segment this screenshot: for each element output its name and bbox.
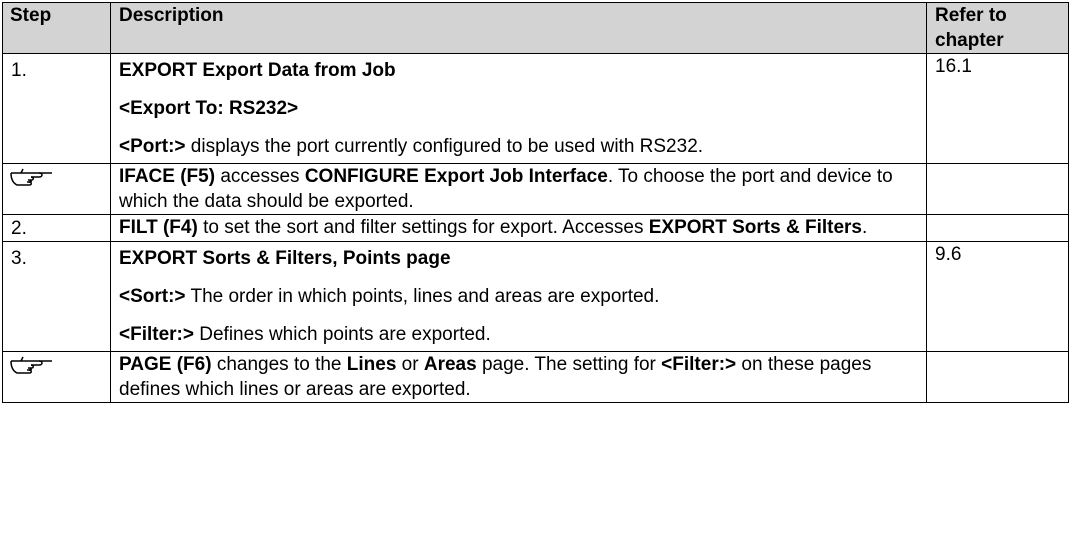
note-cell: [2, 351, 111, 403]
description-text: displays the port currently configured t…: [185, 136, 704, 157]
screen-name: EXPORT Sorts & Filters, Points page: [119, 248, 451, 269]
table-row: IFACE (F5) accesses CONFIGURE Export Job…: [2, 163, 1069, 215]
procedure-table: Step Description Refer to chapter 1. EXPO…: [2, 2, 1069, 403]
note-description: PAGE (F6) changes to the Lines or Areas …: [110, 351, 927, 403]
description-line: EXPORT Export Data from Job: [119, 54, 918, 87]
header-refer-to-line2: chapter: [935, 30, 1004, 51]
chapter-reference: 9.6: [926, 241, 1069, 352]
field-name: <Filter:>: [119, 324, 194, 345]
table-row: PAGE (F6) changes to the Lines or Areas …: [2, 351, 1069, 403]
table-header-row: Step Description Refer to chapter: [2, 2, 1069, 54]
note-description: IFACE (F5) accesses CONFIGURE Export Job…: [110, 163, 927, 215]
key-name: IFACE (F5): [119, 166, 216, 187]
description-line: EXPORT Sorts & Filters, Points page: [119, 242, 918, 275]
pointing-hand-icon: [9, 167, 53, 189]
table-row: 1. EXPORT Export Data from Job <Export T…: [2, 53, 1069, 164]
step-description: EXPORT Export Data from Job <Export To: …: [110, 53, 927, 164]
chapter-reference: 16.1: [926, 53, 1069, 164]
field-name: <Sort:>: [119, 286, 186, 307]
header-refer-to-line1: Refer to: [935, 5, 1007, 26]
document-page: Step Description Refer to chapter 1. EXPO…: [0, 0, 1072, 557]
description-line: <Sort:> The order in which points, lines…: [119, 275, 918, 313]
chapter-reference: [926, 214, 1069, 242]
chapter-reference: [926, 163, 1069, 215]
step-number: 3.: [2, 241, 111, 352]
table-row: 2. FILT (F4) to set the sort and filter …: [2, 214, 1069, 242]
description-text: The order in which points, lines and are…: [185, 286, 660, 307]
description-text: page. The setting for: [476, 354, 662, 375]
description-text: .: [862, 217, 868, 238]
header-step: Step: [2, 2, 111, 54]
field-name: <Export To: RS232>: [119, 98, 299, 119]
step-number: 2.: [2, 214, 111, 242]
description-text: to set the sort and filter settings for …: [197, 217, 649, 238]
field-name: <Port:>: [119, 136, 186, 157]
screen-name: EXPORT Sorts & Filters: [648, 217, 863, 238]
key-name: FILT (F4): [119, 217, 198, 238]
description-line: <Export To: RS232>: [119, 87, 918, 125]
note-cell: [2, 163, 111, 215]
screen-name: CONFIGURE Export Job Interface: [304, 166, 608, 187]
step-number: 1.: [2, 53, 111, 164]
chapter-reference: [926, 351, 1069, 403]
page-name: Lines: [346, 354, 397, 375]
field-name: <Filter:>: [661, 354, 737, 375]
step-description: FILT (F4) to set the sort and filter set…: [110, 214, 927, 242]
screen-name: EXPORT Export Data from Job: [119, 60, 396, 81]
table-row: 3. EXPORT Sorts & Filters, Points page <…: [2, 241, 1069, 352]
key-name: PAGE (F6): [119, 354, 212, 375]
header-refer-to: Refer to chapter: [926, 2, 1069, 54]
page-name: Areas: [423, 354, 477, 375]
description-text: accesses: [215, 166, 305, 187]
description-text: Defines which points are exported.: [193, 324, 491, 345]
description-text: changes to the: [211, 354, 347, 375]
description-line: <Port:> displays the port currently conf…: [119, 125, 918, 163]
pointing-hand-icon: [9, 355, 53, 377]
description-text: or: [396, 354, 424, 375]
description-line: <Filter:> Defines which points are expor…: [119, 313, 918, 351]
header-description: Description: [110, 2, 927, 54]
step-description: EXPORT Sorts & Filters, Points page <Sor…: [110, 241, 927, 352]
